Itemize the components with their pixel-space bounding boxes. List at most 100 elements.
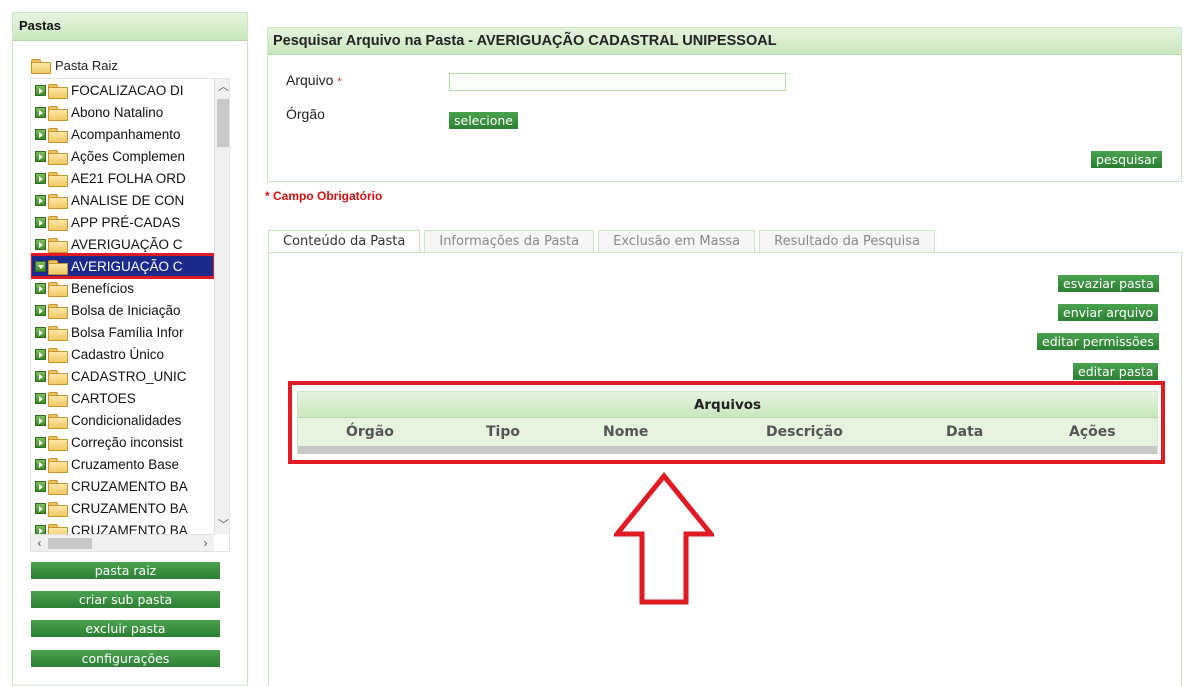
folder-icon: [48, 391, 68, 407]
expand-plus-icon[interactable]: [35, 392, 46, 404]
tree-item-label: Correção inconsist: [71, 434, 183, 450]
tree-item[interactable]: Cadastro Único: [31, 343, 214, 365]
tree-root-item[interactable]: Pasta Raiz: [31, 56, 118, 74]
scroll-down-arrow-icon[interactable]: ﹀: [215, 517, 229, 534]
select-org-button[interactable]: selecione: [449, 112, 518, 129]
tree-item-label: AVERIGUAÇÃO C: [71, 258, 183, 274]
tree-item[interactable]: Abono Natalino: [31, 101, 214, 123]
col-header-actions[interactable]: Ações: [1069, 424, 1116, 440]
scroll-thumb[interactable]: [217, 99, 229, 147]
tree-item[interactable]: Bolsa Família Infor: [31, 321, 214, 343]
tab-search-results[interactable]: Resultado da Pesquisa: [759, 230, 935, 252]
edit-permissions-button[interactable]: editar permissões: [1037, 333, 1159, 350]
up-arrow-icon: [614, 472, 714, 605]
empty-folder-button[interactable]: esvaziar pasta: [1058, 275, 1159, 292]
tree-item[interactable]: CADASTRO_UNIC: [31, 365, 214, 387]
folder-tree-list: FOCALIZACAO DI Abono Natalino Acompanhamen…: [31, 79, 216, 541]
tree-root-label: Pasta Raiz: [55, 57, 118, 73]
tree-item[interactable]: AVERIGUAÇÃO C: [31, 253, 216, 279]
expand-minus-icon[interactable]: [35, 260, 46, 272]
folder-icon: [48, 259, 68, 275]
tab-folder-info[interactable]: Informações da Pasta: [424, 230, 595, 252]
expand-plus-icon[interactable]: [35, 106, 46, 118]
col-header-date[interactable]: Data: [946, 424, 983, 440]
expand-plus-icon[interactable]: [35, 304, 46, 316]
folder-icon: [48, 237, 68, 253]
tree-item[interactable]: Cruzamento Base: [31, 453, 214, 475]
tree-item-label: AVERIGUAÇÃO C: [71, 236, 183, 252]
scroll-up-arrow-icon[interactable]: ︿: [215, 79, 229, 96]
folder-tree[interactable]: FOCALIZACAO DI Abono Natalino Acompanhamen…: [30, 78, 230, 552]
expand-plus-icon[interactable]: [35, 458, 46, 470]
tree-item-label: Benefícios: [71, 280, 135, 296]
settings-button[interactable]: configurações: [31, 650, 220, 667]
scroll-left-arrow-icon[interactable]: ‹: [31, 535, 48, 551]
file-search-input[interactable]: [449, 73, 786, 91]
tree-item-label: Abono Natalino: [71, 104, 164, 120]
expand-plus-icon[interactable]: [35, 194, 46, 206]
search-button[interactable]: pesquisar: [1091, 151, 1162, 168]
files-table-caption: Arquivos: [298, 392, 1157, 418]
folder-content-panel: [268, 252, 1182, 686]
files-table-header: Órgão Tipo Nome Descrição Data Ações: [298, 418, 1157, 446]
expand-plus-icon[interactable]: [35, 436, 46, 448]
expand-plus-icon[interactable]: [35, 348, 46, 360]
folder-icon: [48, 435, 68, 451]
tree-item[interactable]: CARTOES: [31, 387, 214, 409]
col-header-name[interactable]: Nome: [603, 424, 648, 440]
edit-folder-button[interactable]: editar pasta: [1073, 363, 1159, 380]
tree-vertical-scrollbar[interactable]: ︿ ﹀: [214, 79, 229, 534]
expand-plus-icon[interactable]: [35, 326, 46, 338]
tree-horizontal-scrollbar[interactable]: ‹ ›: [31, 534, 214, 551]
root-folder-button[interactable]: pasta raiz: [31, 562, 220, 579]
col-header-type[interactable]: Tipo: [486, 424, 520, 440]
tree-item[interactable]: Condicionalidades: [31, 409, 214, 431]
tree-item[interactable]: Ações Complemen: [31, 145, 214, 167]
expand-plus-icon[interactable]: [35, 172, 46, 184]
tree-item[interactable]: Acompanhamento: [31, 123, 214, 145]
tree-item[interactable]: FOCALIZACAO DI: [31, 79, 214, 101]
col-header-description[interactable]: Descrição: [766, 424, 843, 440]
folder-icon: [48, 303, 68, 319]
tree-item[interactable]: Correção inconsist: [31, 431, 214, 453]
expand-plus-icon[interactable]: [35, 238, 46, 250]
tab-folder-content[interactable]: Conteúdo da Pasta: [268, 230, 421, 253]
file-field-label: Arquivo *: [286, 72, 342, 88]
expand-plus-icon[interactable]: [35, 216, 46, 228]
expand-plus-icon[interactable]: [35, 370, 46, 382]
folder-icon: [48, 171, 68, 187]
tree-item[interactable]: Bolsa de Iniciação: [31, 299, 214, 321]
tab-bulk-delete[interactable]: Exclusão em Massa: [598, 230, 756, 252]
tree-item[interactable]: APP PRÉ-CADAS: [31, 211, 214, 233]
col-header-org[interactable]: Órgão: [346, 424, 394, 440]
create-subfolder-button[interactable]: criar sub pasta: [31, 591, 220, 608]
scroll-thumb-horizontal[interactable]: [48, 538, 92, 549]
expand-plus-icon[interactable]: [35, 128, 46, 140]
expand-plus-icon[interactable]: [35, 84, 46, 96]
tree-item[interactable]: Benefícios: [31, 277, 214, 299]
expand-plus-icon[interactable]: [35, 150, 46, 162]
tree-item-label: Cruzamento Base: [71, 456, 180, 472]
folder-icon: [48, 325, 68, 341]
tree-item-label: AE21 FOLHA ORD: [71, 170, 186, 186]
expand-plus-icon[interactable]: [35, 480, 46, 492]
tree-item[interactable]: CRUZAMENTO BA: [31, 475, 214, 497]
expand-plus-icon[interactable]: [35, 502, 46, 514]
tree-item[interactable]: AE21 FOLHA ORD: [31, 167, 214, 189]
tree-item-label: Ações Complemen: [71, 148, 186, 164]
folder-icon: [48, 501, 68, 517]
folder-icon: [48, 413, 68, 429]
tree-item-label: Cadastro Único: [71, 346, 165, 362]
send-file-button[interactable]: enviar arquivo: [1058, 304, 1159, 321]
scroll-right-arrow-icon[interactable]: ›: [197, 535, 214, 551]
tree-item-label: ANALISE DE CON: [71, 192, 185, 208]
tree-item[interactable]: AVERIGUAÇÃO C: [31, 233, 214, 255]
expand-plus-icon[interactable]: [35, 414, 46, 426]
expand-plus-icon[interactable]: [35, 282, 46, 294]
tree-item-label: Acompanhamento: [71, 126, 181, 142]
delete-folder-button[interactable]: excluir pasta: [31, 620, 220, 637]
files-table: Arquivos Órgão Tipo Nome Descrição Data …: [297, 391, 1158, 454]
tree-item[interactable]: CRUZAMENTO BA: [31, 497, 214, 519]
tree-item[interactable]: ANALISE DE CON: [31, 189, 214, 211]
required-field-note: * Campo Obrigatório: [265, 189, 383, 203]
